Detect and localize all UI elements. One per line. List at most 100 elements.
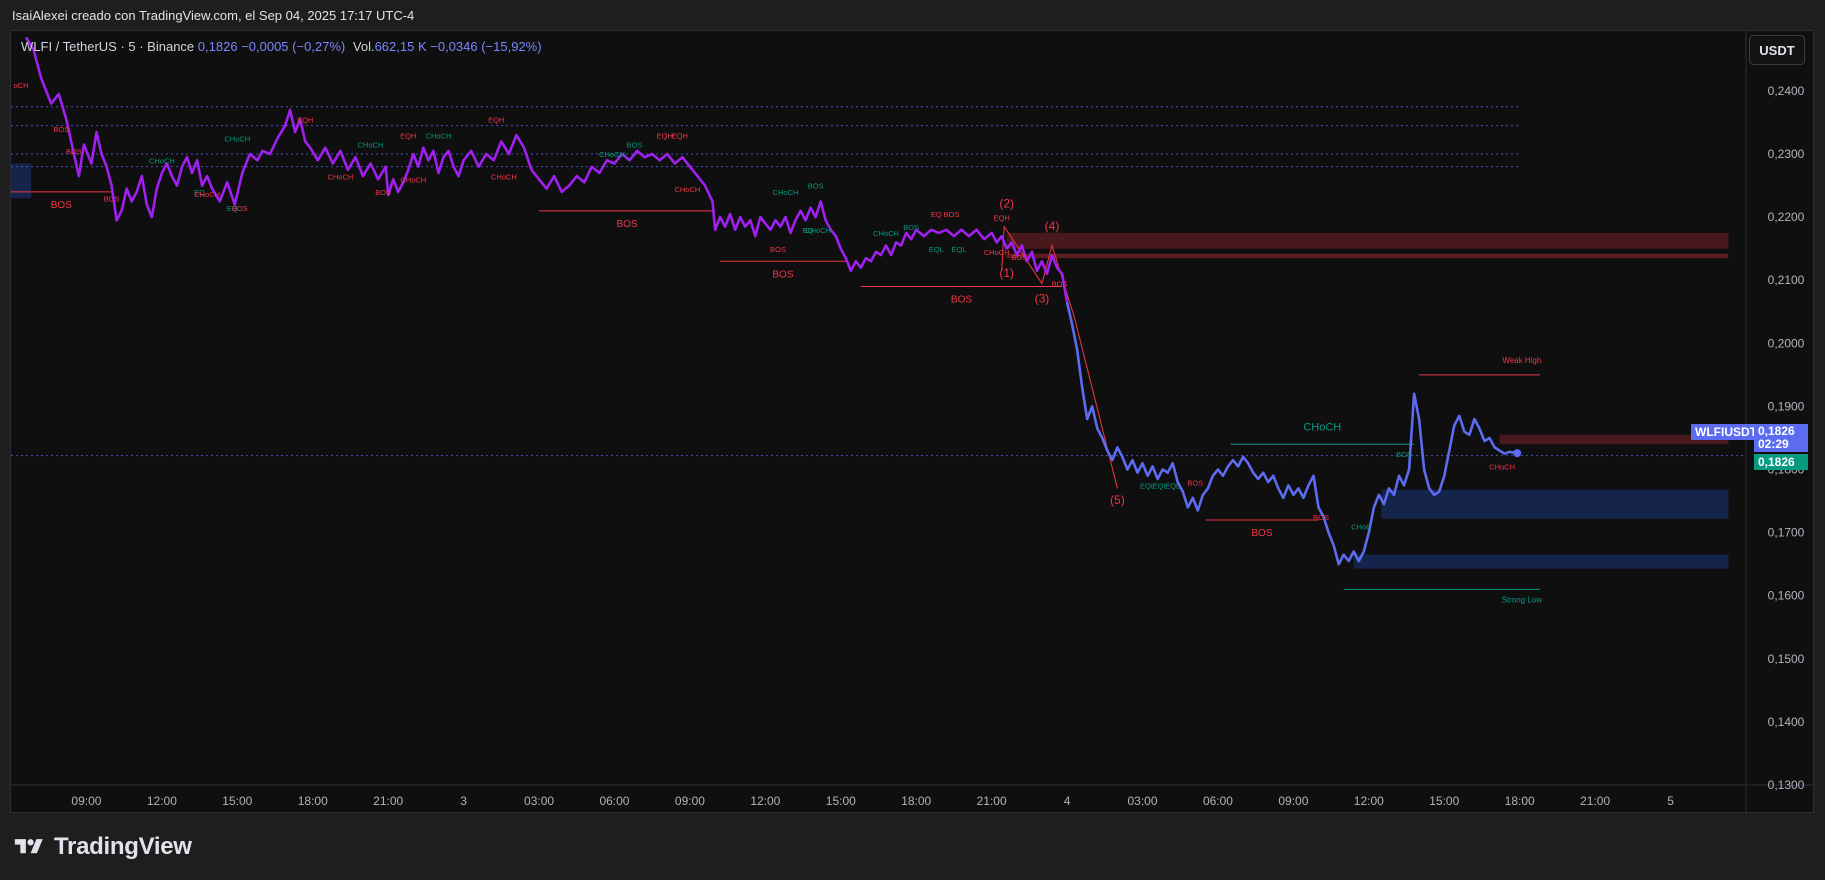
- legend-vol-label: Vol.: [352, 39, 375, 54]
- chart-pane[interactable]: BOS BOS BOS BOS BOS CHoCH Weak High Strong Low o…: [10, 30, 1814, 813]
- structure-label: EQ: [931, 210, 942, 219]
- time-axis-tick: 09:00: [675, 794, 705, 808]
- structure-label: EQH: [657, 131, 673, 140]
- structure-label: EQL: [1165, 481, 1180, 490]
- structure-label: CHoCH: [491, 172, 517, 181]
- price-axis-tick: 0,1700: [1768, 526, 1805, 540]
- structure-label: BOS: [1187, 478, 1203, 487]
- price-axis-tick: 0,2200: [1768, 210, 1805, 224]
- structure-label: BOS: [770, 245, 786, 254]
- order-block-zone: [1353, 554, 1729, 569]
- symbol-tag-label: WLFIUSDT: [1695, 425, 1757, 439]
- structure-label: BOS: [1052, 280, 1068, 289]
- structure-label: EQH: [672, 131, 688, 140]
- price-chart[interactable]: BOSBOSBOSBOSBOSCHoCHWeak HighStrong Lowo…: [11, 31, 1813, 812]
- elliott-wave-path: [1001, 225, 1118, 489]
- structure-label: CHoCH: [773, 188, 799, 197]
- time-axis-tick: 18:00: [298, 794, 328, 808]
- time-axis-tick: 21:00: [1580, 794, 1610, 808]
- time-axis-tick: 09:00: [1278, 794, 1308, 808]
- structure-label: CHoCH: [674, 185, 700, 194]
- wave-label: (3): [1035, 291, 1050, 305]
- structure-label: BOS: [1313, 513, 1329, 522]
- price-series-line: [24, 36, 1069, 303]
- price-axis-tick: 0,2300: [1768, 147, 1805, 161]
- structure-label: CHoCH: [873, 229, 899, 238]
- time-axis-tick: 12:00: [1354, 794, 1384, 808]
- time-axis-tick: 18:00: [1505, 794, 1535, 808]
- price-axis-tick: 0,1300: [1768, 778, 1805, 792]
- time-axis-tick: 06:00: [599, 794, 629, 808]
- time-axis-tick: 09:00: [71, 794, 101, 808]
- structure-label: EQH: [994, 213, 1010, 222]
- brand-name: TradingView: [54, 833, 192, 860]
- bar-countdown: 02:29: [1758, 437, 1789, 451]
- price-axis-tick: 0,2100: [1768, 273, 1805, 287]
- current-price-value: 0,1826: [1758, 455, 1795, 469]
- structure-label: BOS: [232, 204, 248, 213]
- time-axis-tick: 15:00: [1429, 794, 1459, 808]
- structure-label: BOS: [104, 194, 120, 203]
- structure-label: CHoCH: [194, 190, 220, 199]
- order-block-zone: [1006, 232, 1729, 249]
- structure-label: CHoCH: [805, 226, 831, 235]
- structure-label: BOS: [1011, 253, 1027, 262]
- last-price-tag: 0,1826 02:29: [1754, 424, 1808, 452]
- structure-label: BOS: [375, 188, 391, 197]
- structure-label: CHoCH: [400, 175, 426, 184]
- order-block-zone: [1006, 253, 1729, 259]
- structure-label: CHoCH: [426, 131, 452, 140]
- bos-label: BOS: [51, 200, 72, 211]
- legend-price: 0,1826: [197, 39, 238, 54]
- choch-label: CHoCH: [1303, 421, 1341, 433]
- symbol-name[interactable]: WLFI / TetherUS · 5 · Binance: [21, 39, 194, 54]
- time-axis-tick: 4: [1064, 794, 1071, 808]
- symbol-legend[interactable]: WLFI / TetherUS · 5 · Binance 0,1826 −0,…: [21, 39, 542, 54]
- order-block-zone: [11, 163, 32, 199]
- time-axis-tick: 12:00: [147, 794, 177, 808]
- top-bar: IsaiAlexei creado con TradingView.com, e…: [0, 0, 1825, 30]
- structure-label: BOS: [53, 125, 69, 134]
- structure-label: EQH: [297, 115, 313, 124]
- structure-label: CHoCH: [149, 157, 175, 166]
- wave-label: (5): [1110, 493, 1125, 507]
- price-series-line: [1065, 302, 1518, 566]
- time-axis-tick: 15:00: [826, 794, 856, 808]
- price-axis-tick: 0,2400: [1768, 84, 1805, 98]
- structure-label: EQL: [951, 245, 966, 254]
- time-axis-tick: 5: [1667, 794, 1674, 808]
- price-axis-tick: 0,1900: [1768, 399, 1805, 413]
- price-axis-tick: 0,1600: [1768, 589, 1805, 603]
- structure-label: CHoCH: [1489, 463, 1515, 472]
- wave-label: (2): [999, 197, 1014, 211]
- bos-label: BOS: [1251, 528, 1272, 539]
- structure-label: BOS: [1396, 450, 1412, 459]
- swing-label: Strong Low: [1502, 595, 1543, 604]
- bos-label: BOS: [772, 269, 793, 280]
- price-axis-tick: 0,2000: [1768, 336, 1805, 350]
- structure-label: EQH: [488, 115, 504, 124]
- structure-label: BOS: [903, 223, 919, 232]
- symbol-price-tag: WLFIUSDT: [1691, 424, 1761, 440]
- structure-label: BOS: [943, 210, 959, 219]
- structure-label: CHoCH: [599, 150, 625, 159]
- bos-label: BOS: [951, 295, 972, 306]
- structure-label: EQH: [400, 131, 416, 140]
- time-axis-tick: 12:00: [750, 794, 780, 808]
- tradingview-logo-icon: [14, 839, 43, 854]
- time-axis-tick: 21:00: [977, 794, 1007, 808]
- time-axis-tick: 03:00: [524, 794, 554, 808]
- time-axis-tick: 3: [460, 794, 467, 808]
- time-axis-tick: 15:00: [222, 794, 252, 808]
- tradingview-brand: TradingView: [12, 832, 192, 862]
- structure-label: BOS: [808, 182, 824, 191]
- bos-label: BOS: [616, 219, 637, 230]
- price-axis-tick: 0,1400: [1768, 715, 1805, 729]
- time-axis-tick: 21:00: [373, 794, 403, 808]
- current-price-tag: 0,1826: [1754, 454, 1808, 470]
- currency-unit-button[interactable]: USDT: [1749, 35, 1805, 65]
- swing-label: Weak High: [1502, 356, 1541, 365]
- structure-label: CHoC: [1351, 522, 1372, 531]
- legend-vol-value: 662,15 K: [374, 39, 427, 54]
- last-price-marker: [1513, 449, 1522, 458]
